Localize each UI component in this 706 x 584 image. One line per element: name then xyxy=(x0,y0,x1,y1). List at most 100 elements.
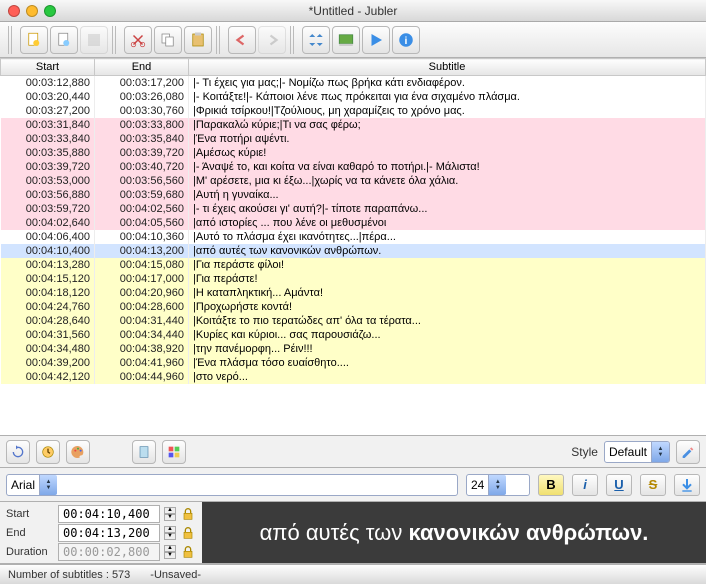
table-row[interactable]: 00:03:12,88000:03:17,200|- Τι έχεις για … xyxy=(1,76,706,91)
cell-subtitle: |Η καταπληκτική... Αμάντα! xyxy=(189,286,706,300)
end-time-field[interactable]: 00:04:13,200 xyxy=(58,524,160,542)
cell-subtitle: |Παρακαλώ κύριε;|Τι να σας φέρω; xyxy=(189,118,706,132)
table-row[interactable]: 00:04:42,12000:04:44,960|στο νερό... xyxy=(1,370,706,384)
strike-button[interactable]: S xyxy=(640,474,666,496)
underline-button[interactable]: U xyxy=(606,474,632,496)
font-toolbar: Arial 24 B i U S xyxy=(0,468,706,502)
preview-button[interactable] xyxy=(332,26,360,54)
column-start[interactable]: Start xyxy=(1,59,95,76)
table-row[interactable]: 00:04:06,40000:04:10,360|Αυτό το πλάσμα … xyxy=(1,230,706,244)
cell-subtitle: |Κυρίες και κύριοι... σας παρουσιάζω... xyxy=(189,328,706,342)
paste-button[interactable] xyxy=(184,26,212,54)
lock-icon[interactable] xyxy=(180,506,196,522)
window-close-button[interactable] xyxy=(8,5,20,17)
cell-end: 00:04:34,440 xyxy=(95,328,189,342)
table-row[interactable]: 00:03:56,88000:03:59,680|Αυτή η γυναίκα.… xyxy=(1,188,706,202)
play-button[interactable] xyxy=(362,26,390,54)
chevron-updown-icon xyxy=(488,475,506,495)
bold-button[interactable]: B xyxy=(538,474,564,496)
font-family-select[interactable]: Arial xyxy=(6,474,458,496)
cell-subtitle: |Ένα πλάσμα τόσο ευαίσθητο.... xyxy=(189,356,706,370)
duration-spinner[interactable]: ▲▼ xyxy=(164,545,176,559)
palette-button[interactable] xyxy=(66,440,90,464)
italic-button[interactable]: i xyxy=(572,474,598,496)
toolbar-separator xyxy=(290,26,296,54)
cell-start: 00:03:39,720 xyxy=(1,160,95,174)
copy-button[interactable] xyxy=(154,26,182,54)
lock-icon[interactable] xyxy=(180,544,196,560)
cut-button[interactable] xyxy=(124,26,152,54)
table-row[interactable]: 00:04:34,48000:04:38,920|την πανέμορφη..… xyxy=(1,342,706,356)
info-button[interactable]: i xyxy=(392,26,420,54)
lock-icon[interactable] xyxy=(180,525,196,541)
table-row[interactable]: 00:03:33,84000:03:35,840|Ένα ποτήρι αψέν… xyxy=(1,132,706,146)
table-row[interactable]: 00:04:18,12000:04:20,960|Η καταπληκτική.… xyxy=(1,286,706,300)
table-row[interactable]: 00:04:24,76000:04:28,600|Προχωρήστε κοντ… xyxy=(1,300,706,314)
cell-end: 00:04:15,080 xyxy=(95,258,189,272)
table-row[interactable]: 00:03:53,00000:03:56,560|Μ' αρέσετε, μια… xyxy=(1,174,706,188)
redo-button[interactable] xyxy=(258,26,286,54)
table-row[interactable]: 00:03:59,72000:04:02,560|- τι έχεις ακού… xyxy=(1,202,706,216)
save-button[interactable] xyxy=(80,26,108,54)
download-arrow-button[interactable] xyxy=(674,474,700,496)
font-size-select[interactable]: 24 xyxy=(466,474,530,496)
clock-button[interactable] xyxy=(36,440,60,464)
start-time-field[interactable]: 00:04:10,400 xyxy=(58,505,160,523)
style-select[interactable]: Default xyxy=(604,441,670,463)
cell-subtitle: |Αυτό το πλάσμα έχει ικανότητες...|πέρα.… xyxy=(189,230,706,244)
cell-start: 00:03:20,440 xyxy=(1,90,95,104)
cell-start: 00:04:39,200 xyxy=(1,356,95,370)
cell-subtitle: |Ένα ποτήρι αψέντι. xyxy=(189,132,706,146)
subtitle-preview[interactable]: από αυτές των κανονικών ανθρώπων. xyxy=(202,502,706,563)
main-toolbar: i xyxy=(0,22,706,58)
table-row[interactable]: 00:04:15,12000:04:17,000|Για περάστε! xyxy=(1,272,706,286)
toolbar-grip xyxy=(8,26,14,54)
table-row[interactable]: 00:03:35,88000:03:39,720|Αμέσως κύριε! xyxy=(1,146,706,160)
cell-end: 00:03:17,200 xyxy=(95,76,189,91)
cell-start: 00:03:12,880 xyxy=(1,76,95,91)
sort-button[interactable] xyxy=(302,26,330,54)
cell-start: 00:03:27,200 xyxy=(1,104,95,118)
end-time-spinner[interactable]: ▲▼ xyxy=(164,526,176,540)
subtitle-table-wrap[interactable]: Start End Subtitle 00:03:12,88000:03:17,… xyxy=(0,58,706,436)
clipboard-button[interactable] xyxy=(132,440,156,464)
table-row[interactable]: 00:03:39,72000:03:40,720|- Άναψέ το, και… xyxy=(1,160,706,174)
cell-end: 00:03:33,800 xyxy=(95,118,189,132)
table-row[interactable]: 00:04:10,40000:04:13,200|από αυτές των κ… xyxy=(1,244,706,258)
undo-button[interactable] xyxy=(228,26,256,54)
table-row[interactable]: 00:03:31,84000:03:33,800|Παρακαλώ κύριε;… xyxy=(1,118,706,132)
table-row[interactable]: 00:04:39,20000:04:41,960|Ένα πλάσμα τόσο… xyxy=(1,356,706,370)
cell-end: 00:03:26,080 xyxy=(95,90,189,104)
cell-subtitle: |Κοιτάξτε το πιο τερατώδες απ' όλα τα τέ… xyxy=(189,314,706,328)
cell-start: 00:04:18,120 xyxy=(1,286,95,300)
cell-subtitle: |- Τι έχεις για μας;|- Νομίζω πως βρήκα … xyxy=(189,76,706,91)
start-time-spinner[interactable]: ▲▼ xyxy=(164,507,176,521)
cell-start: 00:04:42,120 xyxy=(1,370,95,384)
window-minimize-button[interactable] xyxy=(26,5,38,17)
column-end[interactable]: End xyxy=(95,59,189,76)
cell-end: 00:04:28,600 xyxy=(95,300,189,314)
preview-text-prefix: από αυτές των xyxy=(260,520,409,545)
cell-subtitle: |- Κοιτάξτε!|- Κάποιοι λένε πως πρόκειτα… xyxy=(189,90,706,104)
table-row[interactable]: 00:04:31,56000:04:34,440|Κυρίες και κύρι… xyxy=(1,328,706,342)
rotate-button[interactable] xyxy=(6,440,30,464)
cell-end: 00:03:56,560 xyxy=(95,174,189,188)
table-row[interactable]: 00:04:13,28000:04:15,080|Για περάστε φίλ… xyxy=(1,258,706,272)
cell-end: 00:03:39,720 xyxy=(95,146,189,160)
edit-style-button[interactable] xyxy=(676,440,700,464)
save-status: -Unsaved- xyxy=(150,569,201,581)
new-child-button[interactable] xyxy=(50,26,78,54)
cell-subtitle: |- τι έχεις ακούσει γι' αυτή?|- τίποτε π… xyxy=(189,202,706,216)
table-row[interactable]: 00:04:28,64000:04:31,440|Κοιτάξτε το πιο… xyxy=(1,314,706,328)
secondary-toolbar: Style Default xyxy=(0,436,706,468)
column-subtitle[interactable]: Subtitle xyxy=(189,59,706,76)
grid-button[interactable] xyxy=(162,440,186,464)
cell-end: 00:04:38,920 xyxy=(95,342,189,356)
new-file-button[interactable] xyxy=(20,26,48,54)
table-row[interactable]: 00:03:27,20000:03:30,760|Φρικιά τσίρκου!… xyxy=(1,104,706,118)
cell-end: 00:04:20,960 xyxy=(95,286,189,300)
table-row[interactable]: 00:04:02,64000:04:05,560|από ιστορίες ..… xyxy=(1,216,706,230)
window-maximize-button[interactable] xyxy=(44,5,56,17)
cell-subtitle: |την πανέμορφη... Ρέιν!!! xyxy=(189,342,706,356)
table-row[interactable]: 00:03:20,44000:03:26,080|- Κοιτάξτε!|- Κ… xyxy=(1,90,706,104)
